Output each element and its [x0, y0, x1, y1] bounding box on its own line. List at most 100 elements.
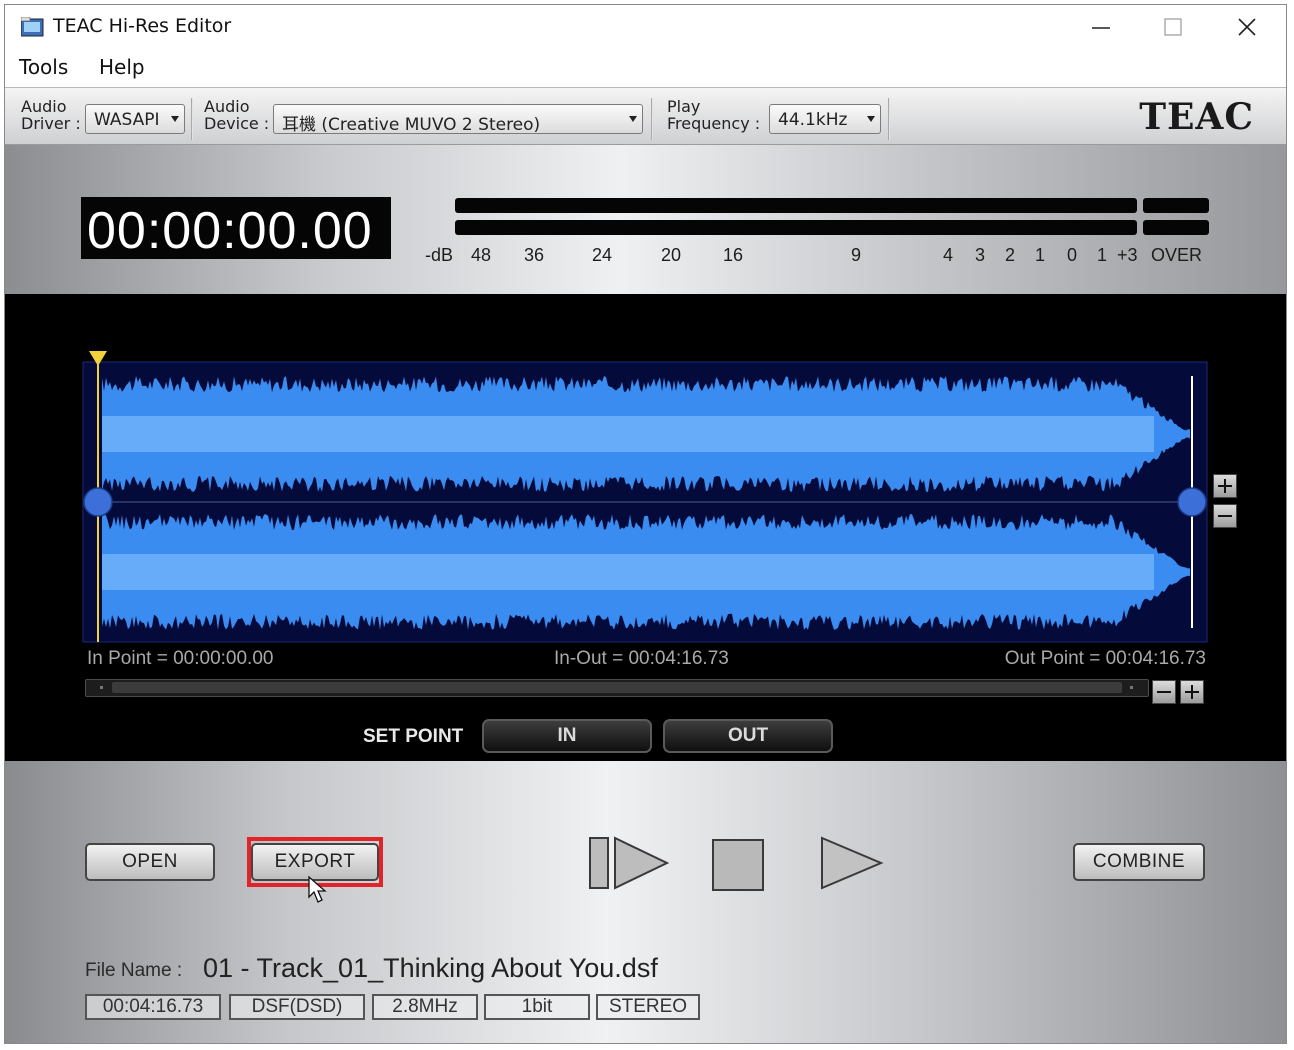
meter-scale-label: 20 — [661, 245, 682, 265]
channels-value: STEREO — [608, 996, 688, 1017]
audio-driver-value: WASAPI — [94, 110, 160, 130]
file-name-label: File Name : — [85, 960, 183, 981]
waveform-panel: In Point = 00:00:00.00 In-Out = 00:04:16… — [5, 294, 1286, 761]
timecode-display: 00:00:00.00 — [81, 197, 391, 260]
in-point-handle[interactable] — [83, 487, 113, 517]
meter-scale-label: 3 — [975, 245, 986, 265]
combine-button[interactable]: COMBINE — [1073, 843, 1205, 881]
level-meter-right — [455, 220, 1137, 235]
controls-panel: OPEN EXPORT COMBINE File Name : 01 - Tra… — [5, 761, 1286, 1043]
meter-scale-label: 4 — [943, 245, 954, 265]
play-button[interactable] — [819, 833, 885, 893]
sample-rate-badge: 2.8MHz — [372, 994, 478, 1020]
vertical-zoom-out-button[interactable] — [1213, 504, 1237, 528]
set-point-label: SET POINT — [363, 726, 464, 747]
out-point-handle[interactable] — [1177, 487, 1207, 517]
audio-driver-label-1: Audio — [21, 97, 67, 116]
minimize-icon — [1092, 27, 1110, 29]
meter-scale-label: -dB — [425, 245, 454, 265]
waveform-channel-left — [102, 376, 1190, 492]
teac-logo: TEAC — [1139, 96, 1254, 138]
meter-scale-label: 24 — [592, 245, 613, 265]
window-title: TEAC Hi-Res Editor — [53, 15, 232, 37]
minimize-button[interactable] — [1065, 5, 1137, 47]
file-name-value: 01 - Track_01_Thinking About You.dsf — [203, 953, 658, 983]
chevron-down-icon — [629, 116, 637, 122]
menu-bar: Tools Help — [5, 49, 1286, 83]
scrollbar-thumb[interactable] — [112, 682, 1122, 693]
waveform-core — [102, 554, 1154, 590]
duration-badge: 00:04:16.73 — [85, 994, 221, 1020]
open-label: OPEN — [122, 851, 178, 872]
duration-value: 00:04:16.73 — [102, 996, 204, 1017]
meter-scale-label: 16 — [723, 245, 744, 265]
channels-badge: STEREO — [596, 994, 700, 1020]
audio-device-select[interactable]: 耳機 (Creative MUVO 2 Stereo) — [273, 104, 643, 135]
scroll-grip-icon — [100, 686, 103, 689]
over-indicator-left — [1143, 198, 1209, 213]
timecode-value: 00:00:00.00 — [87, 202, 373, 260]
set-out-button[interactable]: OUT — [663, 719, 833, 753]
meter-scale-label: 1 — [1097, 245, 1108, 265]
waveform-core — [102, 416, 1154, 452]
combine-label: COMBINE — [1092, 851, 1186, 872]
chevron-down-icon — [171, 116, 179, 122]
maximize-button[interactable] — [1137, 5, 1209, 47]
vertical-zoom-in-button[interactable] — [1213, 474, 1237, 498]
play-frequency-value: 44.1kHz — [778, 110, 848, 130]
bit-depth-value: 1bit — [521, 996, 553, 1017]
scroll-grip-icon — [1130, 686, 1133, 689]
format-value: DSF(DSD) — [251, 996, 343, 1017]
meter-scale-label: 36 — [524, 245, 545, 265]
toolbar-divider — [191, 98, 193, 140]
in-out-label: In-Out = 00:04:16.73 — [554, 648, 729, 669]
meter-scale-label: 1 — [1035, 245, 1046, 265]
in-point-label: In Point = 00:00:00.00 — [87, 648, 274, 669]
toolbar-divider — [651, 98, 653, 140]
out-point-label: Out Point = 00:04:16.73 — [1004, 648, 1206, 669]
open-button[interactable]: OPEN — [85, 843, 215, 881]
audio-driver-select[interactable]: WASAPI — [85, 104, 185, 134]
waveform-channel-right — [102, 514, 1190, 630]
meter-scale-label: 9 — [851, 245, 862, 265]
stop-button[interactable] — [711, 838, 767, 894]
title-bar: TEAC Hi-Res Editor — [5, 5, 1286, 47]
play-frequency-label-2: Frequency : — [667, 114, 761, 133]
play-icon — [821, 836, 884, 890]
sample-rate-value: 2.8MHz — [392, 996, 458, 1017]
stop-icon — [712, 839, 764, 891]
set-out-label: OUT — [727, 725, 769, 746]
audio-device-label-1: Audio — [204, 97, 250, 116]
meter-scale-label: 48 — [471, 245, 492, 265]
format-badge: DSF(DSD) — [229, 994, 365, 1020]
app-icon — [21, 17, 44, 37]
menu-help[interactable]: Help — [99, 55, 145, 79]
close-button[interactable] — [1211, 5, 1283, 47]
maximize-icon — [1164, 18, 1182, 36]
meter-scale-label: 2 — [1005, 245, 1016, 265]
play-from-start-button[interactable] — [587, 833, 671, 893]
play-frequency-select[interactable]: 44.1kHz — [769, 104, 881, 134]
audio-driver-label-2: Driver : — [21, 114, 81, 133]
device-toolbar: Audio Driver : WASAPI Audio Device : 耳機 … — [5, 87, 1286, 145]
mouse-cursor-icon — [308, 875, 327, 903]
play-frequency-label-1: Play — [667, 97, 701, 116]
chevron-down-icon — [867, 116, 875, 122]
audio-device-label-2: Device : — [204, 114, 270, 133]
meter-scale-label: 0 — [1067, 245, 1078, 265]
display-panel: 00:00:00.00 -dB 48 36 24 20 16 9 4 3 2 1… — [5, 145, 1286, 294]
audio-device-value: 耳機 (Creative MUVO 2 Stereo) — [282, 115, 541, 135]
horizontal-zoom-out-button[interactable] — [1152, 680, 1176, 704]
menu-tools[interactable]: Tools — [19, 55, 68, 79]
close-icon — [1238, 18, 1256, 36]
app-window: TEAC Hi-Res Editor Tools Help Audio Driv… — [4, 4, 1287, 1044]
play-from-start-icon — [589, 836, 670, 890]
horizontal-scrollbar[interactable] — [85, 679, 1149, 697]
meter-scale-label: +3 — [1117, 245, 1138, 265]
toolbar-divider — [888, 98, 890, 140]
bit-depth-badge: 1bit — [484, 994, 590, 1020]
level-meter-left — [455, 198, 1137, 213]
over-indicator-right — [1143, 220, 1209, 235]
horizontal-zoom-in-button[interactable] — [1180, 680, 1204, 704]
set-in-button[interactable]: IN — [482, 719, 652, 753]
